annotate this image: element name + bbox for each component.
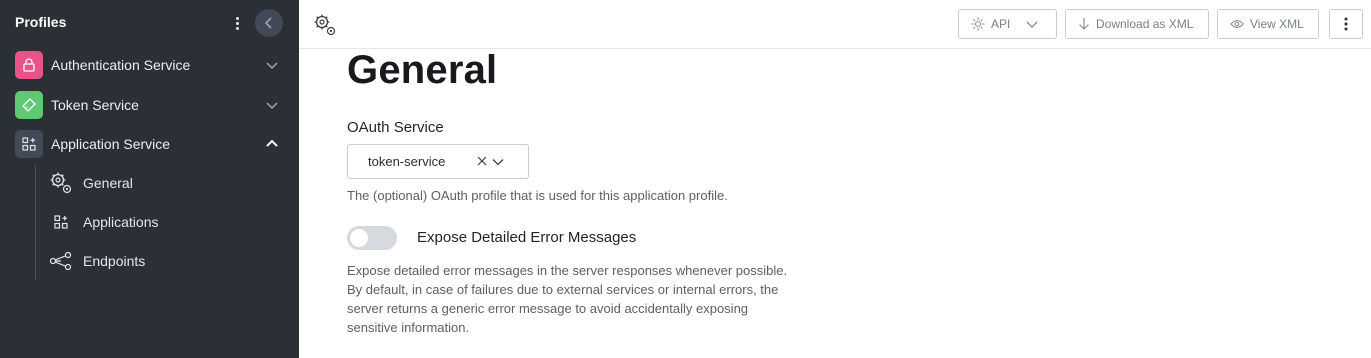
oauth-service-help: The (optional) OAuth profile that is use… <box>347 188 728 203</box>
oauth-service-select[interactable]: token-service <box>347 144 529 179</box>
expose-errors-help-line-4: sensitive information. <box>347 320 470 335</box>
ticket-icon <box>15 91 43 119</box>
sidebar-menu-button[interactable] <box>228 12 246 34</box>
sidebar-item-label: Authentication Service <box>51 57 191 73</box>
chevron-down-icon[interactable] <box>265 58 279 72</box>
chevron-down-icon <box>1026 18 1038 30</box>
download-xml-button[interactable]: Download as XML <box>1065 9 1209 39</box>
sidebar-title: Profiles <box>15 14 67 30</box>
view-xml-button-label: View XML <box>1250 17 1304 31</box>
gears-icon <box>314 14 336 36</box>
expose-errors-help-line-3: server returns a generic error message t… <box>347 301 749 316</box>
expose-errors-help-line-1: Expose detailed error messages in the se… <box>347 263 788 278</box>
submenu-guide-line <box>35 165 36 280</box>
download-arrow-icon <box>1078 17 1090 31</box>
more-options-button[interactable] <box>1329 9 1363 39</box>
api-button-label: API <box>991 17 1011 31</box>
download-button-label: Download as XML <box>1096 17 1194 31</box>
clear-icon[interactable] <box>476 155 488 167</box>
eye-icon <box>1230 18 1244 30</box>
sidebar-collapse-button[interactable] <box>255 9 283 37</box>
sidebar-item-label: Application Service <box>51 136 171 152</box>
expose-errors-help-line-2: By default, in case of failures due to e… <box>347 282 779 297</box>
apps-icon <box>48 209 74 235</box>
sun-icon <box>971 17 985 31</box>
sidebar: Profiles Authentication Service Token Se… <box>0 0 299 358</box>
oauth-service-label: OAuth Service <box>347 119 444 136</box>
sidebar-subitem-endpoints[interactable]: Endpoints <box>48 247 278 275</box>
expose-errors-toggle[interactable] <box>347 226 397 250</box>
sidebar-subitem-label: Applications <box>83 214 159 230</box>
sidebar-subitem-label: Endpoints <box>83 253 146 269</box>
sidebar-item-token-service[interactable]: Token Service <box>15 91 285 119</box>
apps-icon <box>15 130 43 158</box>
more-vertical-icon <box>1344 17 1348 31</box>
chevron-down-icon[interactable] <box>491 155 505 169</box>
page-title: General <box>347 48 498 92</box>
gears-icon <box>48 170 74 196</box>
chevron-left-icon <box>264 17 272 29</box>
sidebar-item-authentication-service[interactable]: Authentication Service <box>15 51 285 79</box>
chevron-up-icon[interactable] <box>265 137 279 151</box>
sidebar-subitem-general[interactable]: General <box>48 169 278 197</box>
oauth-service-value: token-service <box>368 154 446 169</box>
expose-errors-label: Expose Detailed Error Messages <box>417 229 637 246</box>
sidebar-item-application-service[interactable]: Application Service <box>15 130 285 158</box>
sidebar-subitem-label: General <box>83 175 133 191</box>
toggle-knob <box>350 229 368 247</box>
sidebar-item-label: Token Service <box>51 97 139 113</box>
chevron-down-icon[interactable] <box>265 98 279 112</box>
lock-icon <box>15 51 43 79</box>
view-xml-button[interactable]: View XML <box>1217 9 1319 39</box>
api-dropdown-button[interactable]: API <box>958 9 1057 39</box>
top-toolbar: API Download as XML View XML <box>299 0 1371 49</box>
sidebar-subitem-applications[interactable]: Applications <box>48 208 278 236</box>
share-icon <box>48 248 74 274</box>
